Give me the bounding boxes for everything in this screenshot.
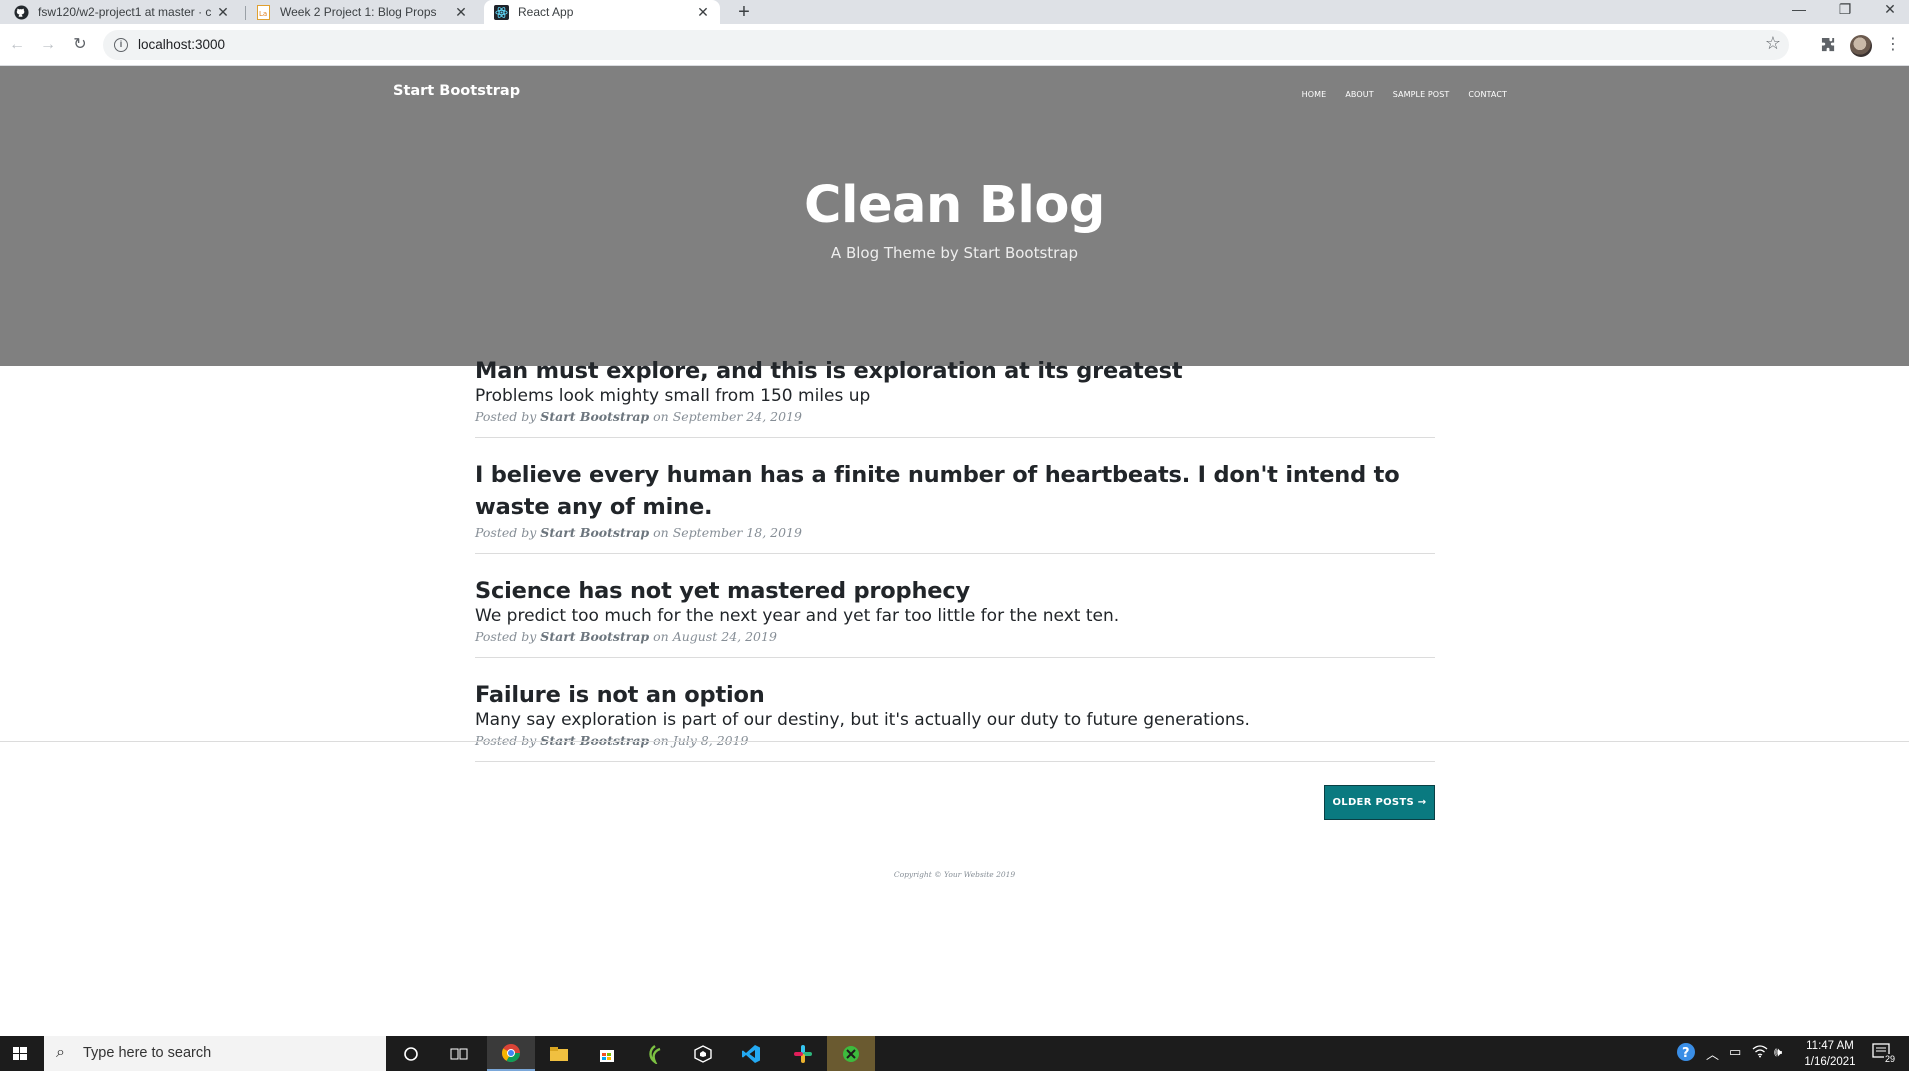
post-meta: Posted by Start Bootstrap on August 24, … bbox=[475, 629, 1435, 645]
close-icon[interactable]: ✕ bbox=[216, 4, 230, 21]
nav-contact[interactable]: CONTACT bbox=[1468, 90, 1507, 99]
avatar[interactable] bbox=[1850, 35, 1872, 57]
menu-dots-icon[interactable]: ⋮ bbox=[1882, 34, 1904, 56]
posted-by-label: Posted by bbox=[475, 629, 537, 644]
browser-toolbar: ← → ↻ i localhost:3000 ☆ ⋮ bbox=[0, 24, 1909, 66]
tab-github[interactable]: fsw120/w2-project1 at master · c ✕ bbox=[4, 0, 240, 24]
url-text[interactable]: localhost:3000 bbox=[138, 37, 225, 52]
app-bug-icon[interactable] bbox=[827, 1036, 875, 1071]
restore-icon[interactable]: ❐ bbox=[1825, 0, 1865, 20]
posted-by-label: Posted by bbox=[475, 525, 537, 540]
post-author[interactable]: Start Bootstrap bbox=[540, 525, 649, 540]
search-icon: ⌕ bbox=[56, 1044, 65, 1061]
extensions-icon[interactable] bbox=[1817, 34, 1839, 56]
divider bbox=[475, 437, 1435, 438]
address-bar[interactable]: i localhost:3000 ☆ bbox=[103, 30, 1789, 60]
reload-icon[interactable]: ↻ bbox=[69, 34, 91, 56]
system-clock[interactable]: 11:47 AM 1/16/2021 bbox=[1795, 1038, 1865, 1070]
site-brand[interactable]: Start Bootstrap bbox=[393, 83, 520, 99]
page-content: Start Bootstrap HOME ABOUT SAMPLE POST C… bbox=[0, 66, 1909, 1036]
post-title[interactable]: Science has not yet mastered prophecy bbox=[475, 575, 1435, 607]
cortana-icon[interactable] bbox=[387, 1036, 435, 1071]
divider bbox=[475, 761, 1435, 762]
page-subtitle: A Blog Theme by Start Bootstrap bbox=[830, 244, 1079, 262]
file-explorer-icon[interactable] bbox=[535, 1036, 583, 1071]
post-author[interactable]: Start Bootstrap bbox=[540, 629, 649, 644]
new-tab-button[interactable]: + bbox=[733, 0, 755, 24]
document-icon: La bbox=[256, 4, 271, 20]
window-close-icon[interactable]: ✕ bbox=[1870, 0, 1909, 20]
post-date: on August 24, 2019 bbox=[653, 629, 777, 644]
post-preview[interactable]: Science has not yet mastered prophecy We… bbox=[475, 575, 1435, 658]
footer-divider bbox=[0, 741, 1909, 742]
windows-start-icon[interactable] bbox=[0, 1036, 40, 1071]
task-view-icon[interactable] bbox=[435, 1036, 483, 1071]
post-preview[interactable]: Failure is not an option Many say explor… bbox=[475, 679, 1435, 762]
bookmark-star-icon[interactable]: ☆ bbox=[1765, 33, 1781, 54]
post-subtitle[interactable]: Many say exploration is part of our dest… bbox=[475, 709, 1435, 731]
divider bbox=[475, 657, 1435, 658]
chevron-up-icon[interactable]: ︿ bbox=[1706, 1044, 1719, 1063]
battery-icon[interactable]: ▭ bbox=[1729, 1044, 1741, 1060]
older-posts-button[interactable]: OLDER POSTS → bbox=[1324, 785, 1435, 820]
copyright-text: Copyright © Your Website 2019 bbox=[893, 870, 1016, 879]
post-title[interactable]: I believe every human has a finite numbe… bbox=[475, 459, 1435, 523]
nav-home[interactable]: HOME bbox=[1302, 90, 1327, 99]
tab-strip: fsw120/w2-project1 at master · c ✕ La We… bbox=[0, 0, 1909, 24]
post-date: on September 24, 2019 bbox=[653, 409, 802, 424]
minimize-icon[interactable]: — bbox=[1779, 0, 1819, 20]
post-meta: Posted by Start Bootstrap on September 2… bbox=[475, 409, 1435, 425]
tab-title: fsw120/w2-project1 at master · c bbox=[38, 5, 212, 19]
vscode-icon[interactable] bbox=[727, 1036, 775, 1071]
tab-react-app[interactable]: React App ✕ bbox=[484, 0, 720, 24]
divider bbox=[475, 553, 1435, 554]
clock-date: 1/16/2021 bbox=[1804, 1056, 1856, 1068]
volume-icon[interactable]: 🕪 bbox=[1774, 1044, 1782, 1060]
back-icon[interactable]: ← bbox=[6, 34, 28, 56]
post-list: Man must explore, and this is exploratio… bbox=[475, 355, 1435, 783]
post-author[interactable]: Start Bootstrap bbox=[540, 409, 649, 424]
app-leaf-icon[interactable] bbox=[631, 1036, 679, 1071]
tab-blog-props[interactable]: La Week 2 Project 1: Blog Props ✕ bbox=[246, 0, 478, 24]
notification-count: 29 bbox=[1884, 1054, 1897, 1064]
github-icon bbox=[14, 4, 29, 20]
store-icon[interactable] bbox=[583, 1036, 631, 1071]
wifi-icon[interactable] bbox=[1752, 1044, 1768, 1061]
page-title: Clean Blog bbox=[804, 176, 1105, 235]
info-icon[interactable]: i bbox=[114, 38, 128, 52]
post-meta: Posted by Start Bootstrap on September 1… bbox=[475, 525, 1435, 541]
close-icon[interactable]: ✕ bbox=[696, 4, 710, 21]
search-placeholder: Type here to search bbox=[83, 1045, 212, 1061]
react-icon bbox=[494, 4, 509, 20]
post-date: on September 18, 2019 bbox=[653, 525, 802, 540]
slack-icon[interactable] bbox=[779, 1036, 827, 1071]
notification-icon[interactable]: 29 bbox=[1871, 1041, 1897, 1068]
masthead: Start Bootstrap HOME ABOUT SAMPLE POST C… bbox=[0, 66, 1909, 366]
clock-time: 11:47 AM bbox=[1806, 1040, 1854, 1052]
post-title[interactable]: Man must explore, and this is exploratio… bbox=[475, 355, 1435, 387]
post-subtitle[interactable]: Problems look mighty small from 150 mile… bbox=[475, 385, 1435, 407]
taskbar-search[interactable]: ⌕ Type here to search bbox=[44, 1036, 386, 1071]
forward-icon[interactable]: → bbox=[37, 34, 59, 56]
close-icon[interactable]: ✕ bbox=[454, 4, 468, 21]
main-nav: HOME ABOUT SAMPLE POST CONTACT bbox=[1302, 90, 1507, 99]
help-icon[interactable]: ? bbox=[1676, 1042, 1696, 1065]
tab-title: Week 2 Project 1: Blog Props bbox=[280, 5, 437, 19]
taskbar: ⌕ Type here to search ? ︿ ▭ 🕪 11:47 AM 1… bbox=[0, 1036, 1909, 1071]
nav-sample-post[interactable]: SAMPLE POST bbox=[1393, 90, 1450, 99]
tab-title: React App bbox=[518, 5, 574, 19]
chrome-icon[interactable] bbox=[487, 1036, 535, 1071]
post-preview[interactable]: Man must explore, and this is exploratio… bbox=[475, 355, 1435, 438]
nav-about[interactable]: ABOUT bbox=[1345, 90, 1373, 99]
posted-by-label: Posted by bbox=[475, 409, 537, 424]
svg-text:?: ? bbox=[1682, 1046, 1690, 1061]
svg-text:La: La bbox=[259, 10, 267, 18]
post-title[interactable]: Failure is not an option bbox=[475, 679, 1435, 711]
post-subtitle[interactable]: We predict too much for the next year an… bbox=[475, 605, 1435, 627]
post-preview[interactable]: I believe every human has a finite numbe… bbox=[475, 459, 1435, 554]
unity-icon[interactable] bbox=[679, 1036, 727, 1071]
